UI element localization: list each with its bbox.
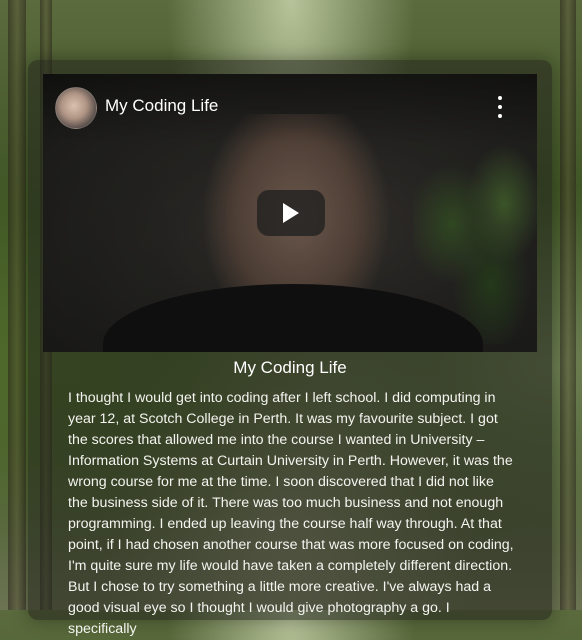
background-tree-trunk (8, 0, 26, 610)
video-title[interactable]: My Coding Life (105, 96, 218, 116)
post-body: I thought I would get into coding after … (68, 390, 514, 637)
play-icon (283, 203, 299, 223)
post-title: My Coding Life (233, 358, 347, 377)
video-player[interactable]: My Coding Life (43, 74, 537, 352)
background-tree-trunk (560, 0, 576, 610)
kebab-menu-icon[interactable] (491, 96, 509, 118)
channel-avatar[interactable] (55, 87, 97, 129)
play-button[interactable] (257, 190, 325, 236)
